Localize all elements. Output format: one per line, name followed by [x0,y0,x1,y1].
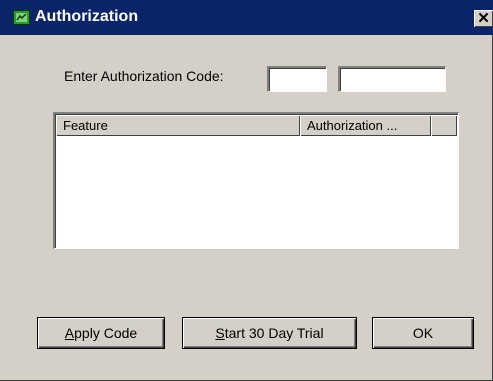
apply-code-button[interactable]: Apply Code [37,317,165,349]
authorization-app-icon [13,10,30,25]
title-bar[interactable]: Authorization ✕ [0,0,493,35]
authorization-code-part2-input[interactable] [338,66,446,92]
ok-label: OK [412,325,434,341]
start-trial-button[interactable]: Start 30 Day Trial [182,317,357,349]
authorization-code-label: Enter Authorization Code: [64,68,224,84]
ok-button[interactable]: OK [372,317,474,349]
authorization-dialog: Authorization ✕ Enter Authorization Code… [0,0,493,381]
column-header-feature[interactable]: Feature [56,115,300,136]
apply-code-label: pply Code [74,325,138,341]
column-header-authorization[interactable]: Authorization ... [300,115,431,136]
feature-list-header: Feature Authorization ... [56,115,457,136]
feature-list[interactable]: Feature Authorization ... [53,112,459,249]
close-icon: ✕ [477,10,490,27]
window-title: Authorization [35,8,139,25]
authorization-code-part1-input[interactable] [267,66,327,92]
start-trial-accel: S [215,325,225,341]
column-header-filler [431,115,457,136]
apply-code-accel: A [64,325,75,341]
start-trial-label: tart 30 Day Trial [224,325,324,341]
close-button[interactable]: ✕ [474,10,493,27]
